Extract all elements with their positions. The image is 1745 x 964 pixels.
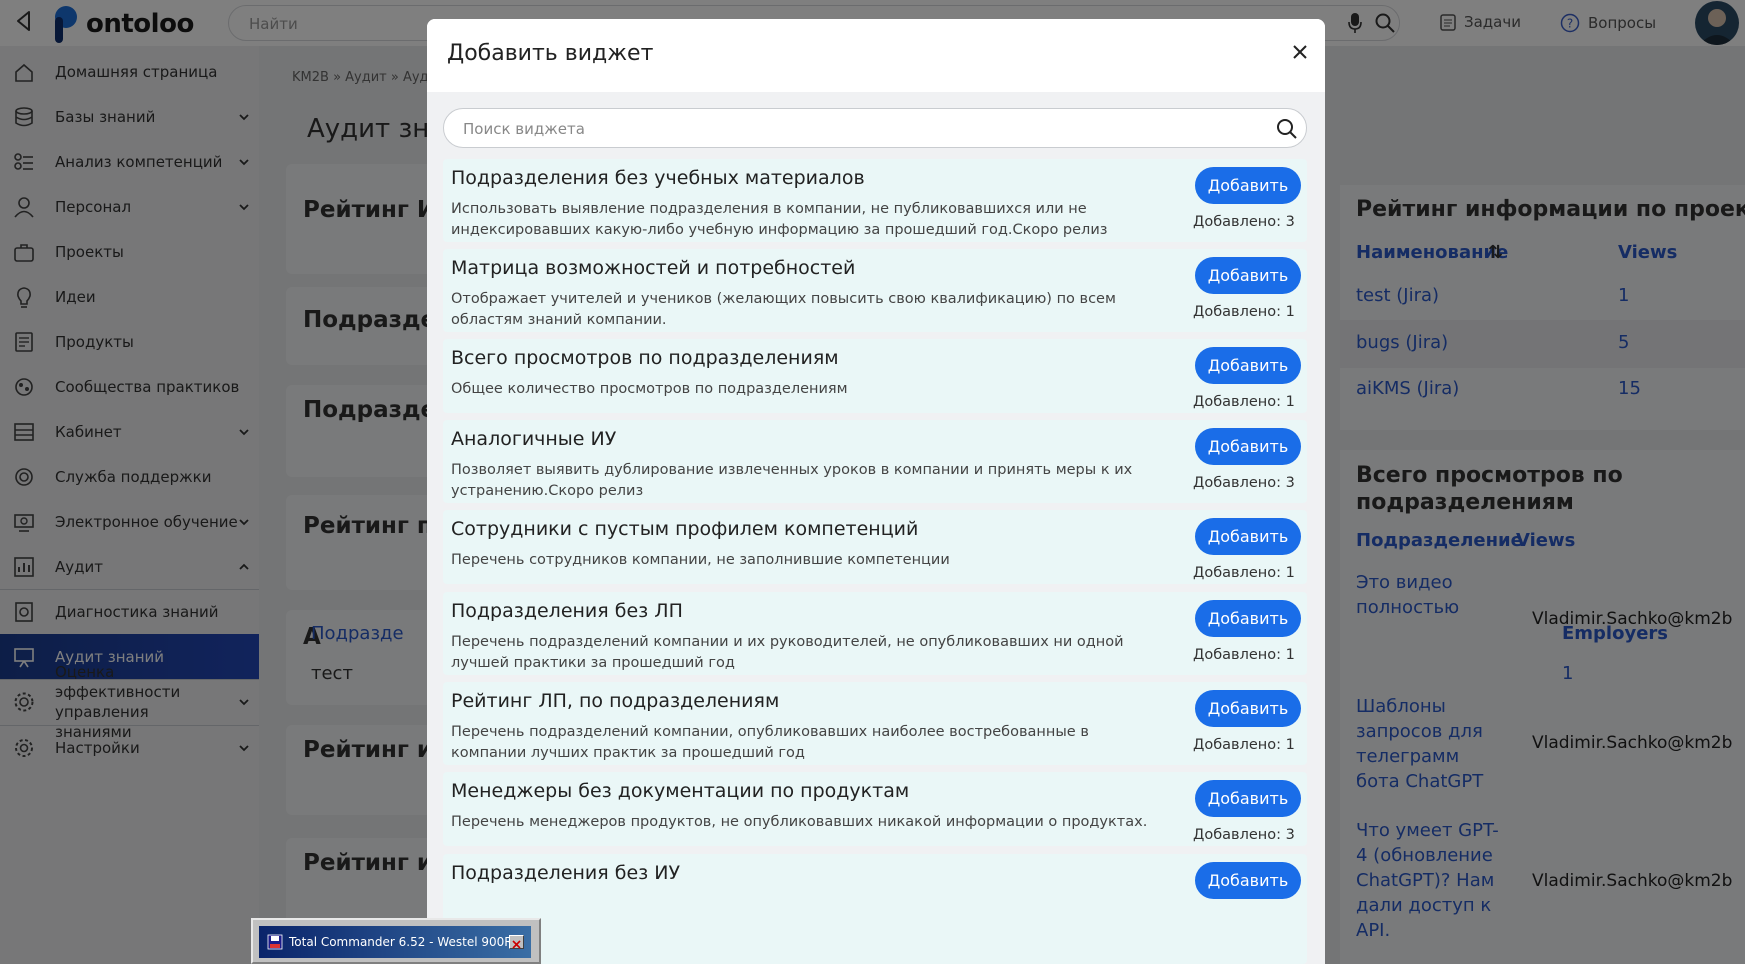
widget-title: Рейтинг ЛП, по подразделениям <box>451 690 780 712</box>
taskbar-label: Total Commander 6.52 - Westel 900RT <box>289 935 520 949</box>
widget-description: Перечень подразделений компании, опублик… <box>451 724 1089 761</box>
add-widget-button[interactable]: Добавить <box>1195 690 1301 727</box>
widget-description: Перечень подразделений компании и их рук… <box>451 634 1124 671</box>
widget-description: Позволяет выявить дублирование извлеченн… <box>451 462 1133 499</box>
widget-title: Матрица возможностей и потребностей <box>451 257 856 279</box>
widget-title: Подразделения без учебных материалов <box>451 167 865 189</box>
widget-title: Аналогичные ИУ <box>451 428 617 450</box>
widget-title: Всего просмотров по подразделениям <box>451 347 839 369</box>
modal-title: Добавить виджет <box>447 41 654 66</box>
added-count: Добавлено: 1 <box>1193 304 1295 320</box>
close-icon[interactable] <box>509 935 524 949</box>
widget-description: Перечень сотрудников компании, не заполн… <box>451 552 950 568</box>
added-count: Добавлено: 1 <box>1193 737 1295 753</box>
widget-title: Сотрудники с пустым профилем компетенций <box>451 518 919 540</box>
added-count: Добавлено: 1 <box>1193 565 1295 581</box>
add-widget-button[interactable]: Добавить <box>1195 428 1301 465</box>
close-x-icon <box>512 940 521 949</box>
added-count: Добавлено: 3 <box>1193 827 1295 843</box>
widget-list-item: Подразделения без учебных материалов Испо… <box>443 159 1307 242</box>
add-widget-button[interactable]: Добавить <box>1195 347 1301 384</box>
add-widget-button[interactable]: Добавить <box>1195 167 1301 204</box>
taskbar-button[interactable]: Total Commander 6.52 - Westel 900RT <box>259 926 531 958</box>
widget-list-item: Рейтинг ЛП, по подразделениям Перечень по… <box>443 682 1307 765</box>
added-count: Добавлено: 1 <box>1193 647 1295 663</box>
modal-header: Добавить виджет <box>427 19 1325 92</box>
widget-description: Перечень менеджеров продуктов, не опубли… <box>451 814 1148 830</box>
added-count: Добавлено: 1 <box>1193 394 1295 410</box>
close-icon[interactable] <box>1292 44 1308 60</box>
widget-list-item: Всего просмотров по подразделениям Общее … <box>443 339 1307 413</box>
add-widget-button[interactable]: Добавить <box>1195 600 1301 637</box>
widget-list-item: Матрица возможностей и потребностей Отобр… <box>443 249 1307 332</box>
add-widget-button[interactable]: Добавить <box>1195 257 1301 294</box>
add-widget-button[interactable]: Добавить <box>1195 862 1301 899</box>
widget-search-input[interactable]: Поиск виджета <box>443 108 1307 148</box>
widget-list-item: Сотрудники с пустым профилем компетенций… <box>443 510 1307 584</box>
added-count: Добавлено: 3 <box>1193 214 1295 230</box>
add-widget-modal: Добавить виджет Поиск виджета Подразделе… <box>427 19 1325 964</box>
add-widget-button[interactable]: Добавить <box>1195 780 1301 817</box>
widget-list-item: Менеджеры без документации по продуктам П… <box>443 772 1307 846</box>
widget-description: Отображает учителей и учеников (желающих… <box>451 291 1116 328</box>
widget-title: Подразделения без ЛП <box>451 600 683 622</box>
added-count: Добавлено: 3 <box>1193 475 1295 491</box>
widget-title: Менеджеры без документации по продуктам <box>451 780 910 802</box>
modal-body: Поиск виджета Подразделения без учебных … <box>427 92 1325 964</box>
widget-description: Общее количество просмотров по подраздел… <box>451 381 848 397</box>
taskbar-window: Total Commander 6.52 - Westel 900RT <box>251 918 541 964</box>
widget-title: Подразделения без ИУ <box>451 862 681 884</box>
widget-list-item: Подразделения без ЛП Перечень подразделен… <box>443 592 1307 675</box>
widget-description: Использовать выявление подразделения в к… <box>451 201 1108 238</box>
floppy-icon <box>267 934 283 950</box>
widget-search-placeholder: Поиск виджета <box>463 120 585 138</box>
widget-list-item: Аналогичные ИУ Позволяет выявить дублиров… <box>443 420 1307 503</box>
search-icon[interactable] <box>1276 118 1298 140</box>
add-widget-button[interactable]: Добавить <box>1195 518 1301 555</box>
widget-list-item: Подразделения без ИУ Добавить <box>443 854 1307 964</box>
